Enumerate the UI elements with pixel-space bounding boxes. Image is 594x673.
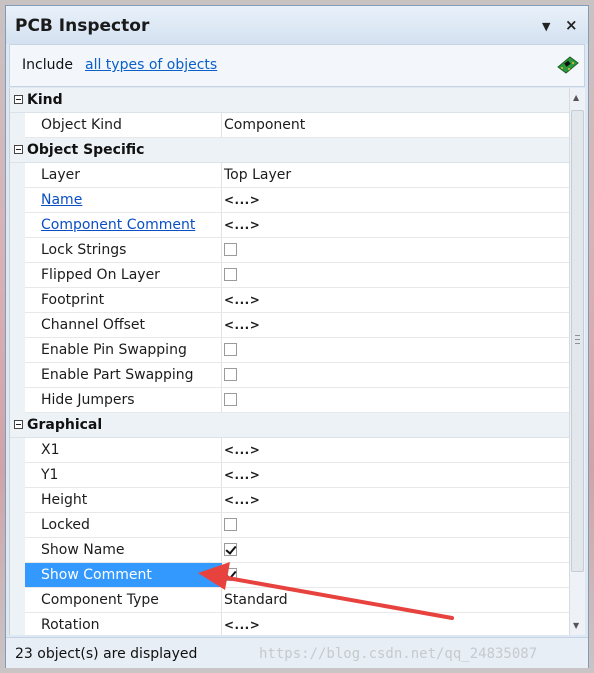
property-label: Y1 <box>25 463 222 488</box>
property-row-show-comment[interactable]: Show Comment <box>10 563 570 588</box>
property-value <box>222 238 570 263</box>
collapse-icon[interactable] <box>14 95 23 104</box>
property-label: Lock Strings <box>25 238 222 263</box>
property-row-footprint[interactable]: Footprint <...> <box>10 288 570 313</box>
property-label: Show Name <box>25 538 222 563</box>
property-value <box>222 513 570 538</box>
property-row-rotation[interactable]: Rotation <...> <box>10 613 570 635</box>
property-row-y1[interactable]: Y1 <...> <box>10 463 570 488</box>
property-value[interactable]: <...> <box>222 288 570 313</box>
pin-dropdown-icon[interactable]: ▼ <box>542 20 550 33</box>
property-label-link[interactable]: Name <box>25 188 222 213</box>
pcb-board-icon[interactable] <box>556 55 580 75</box>
property-label: Flipped On Layer <box>25 263 222 288</box>
property-value <box>222 388 570 413</box>
show-name-checkbox[interactable] <box>224 543 237 556</box>
property-row-component-comment[interactable]: Component Comment <...> <box>10 213 570 238</box>
pcb-inspector-panel: PCB Inspector ▼ × Include all types of o… <box>5 5 589 668</box>
property-value[interactable]: <...> <box>222 613 570 635</box>
property-row-hide-jumpers[interactable]: Hide Jumpers <box>10 388 570 413</box>
property-value <box>222 538 570 563</box>
property-row-x1[interactable]: X1 <...> <box>10 438 570 463</box>
scrollbar-thumb[interactable] <box>571 110 584 572</box>
enable-pin-swapping-checkbox[interactable] <box>224 343 237 356</box>
property-row-show-name[interactable]: Show Name <box>10 538 570 563</box>
locked-checkbox[interactable] <box>224 518 237 531</box>
property-value[interactable]: Top Layer <box>222 163 570 188</box>
property-value[interactable]: Standard <box>222 588 570 613</box>
property-label-selected[interactable]: Show Comment <box>25 563 222 588</box>
scroll-down-arrow-icon[interactable]: ▼ <box>573 621 579 630</box>
property-row-layer[interactable]: Layer Top Layer <box>10 163 570 188</box>
category-graphical[interactable]: Graphical <box>10 413 570 438</box>
category-label: Kind <box>27 92 63 108</box>
include-types-link[interactable]: all types of objects <box>85 57 217 73</box>
enable-part-swapping-checkbox[interactable] <box>224 368 237 381</box>
scroll-up-arrow-icon[interactable]: ▲ <box>573 93 579 102</box>
collapse-icon[interactable] <box>14 420 23 429</box>
property-value[interactable]: <...> <box>222 313 570 338</box>
include-filter-bar: Include all types of objects <box>9 44 585 87</box>
grip-icon <box>575 335 580 344</box>
property-label: X1 <box>25 438 222 463</box>
property-label: Channel Offset <box>25 313 222 338</box>
property-row-locked[interactable]: Locked <box>10 513 570 538</box>
property-label: Rotation <box>25 613 222 635</box>
property-label: Enable Part Swapping <box>25 363 222 388</box>
property-label: Hide Jumpers <box>25 388 222 413</box>
property-row-name[interactable]: Name <...> <box>10 188 570 213</box>
property-label: Locked <box>25 513 222 538</box>
property-value <box>222 263 570 288</box>
property-value[interactable]: <...> <box>222 213 570 238</box>
property-value <box>222 563 570 588</box>
property-label: Footprint <box>25 288 222 313</box>
category-label: Graphical <box>27 417 103 433</box>
property-row-object-kind[interactable]: Object Kind Component <box>10 113 570 138</box>
property-label: Component Type <box>25 588 222 613</box>
property-label: Layer <box>25 163 222 188</box>
watermark-text: https://blog.csdn.net/qq_24835087 <box>259 646 538 662</box>
property-row-component-type[interactable]: Component Type Standard <box>10 588 570 613</box>
property-value[interactable]: Component <box>222 113 570 138</box>
title-bar[interactable]: PCB Inspector ▼ × <box>6 6 588 44</box>
include-label: Include <box>22 57 73 73</box>
property-row-lock-strings[interactable]: Lock Strings <box>10 238 570 263</box>
close-icon[interactable]: × <box>565 16 578 34</box>
lock-strings-checkbox[interactable] <box>224 243 237 256</box>
show-comment-checkbox[interactable] <box>224 568 237 581</box>
status-bar: 23 object(s) are displayed https://blog.… <box>6 637 588 668</box>
property-value <box>222 363 570 388</box>
property-value[interactable]: <...> <box>222 188 570 213</box>
hide-jumpers-checkbox[interactable] <box>224 393 237 406</box>
property-value[interactable]: <...> <box>222 488 570 513</box>
property-row-enable-pin-swapping[interactable]: Enable Pin Swapping <box>10 338 570 363</box>
panel-title: PCB Inspector <box>15 16 150 36</box>
flipped-on-layer-checkbox[interactable] <box>224 268 237 281</box>
collapse-icon[interactable] <box>14 145 23 154</box>
category-object-specific[interactable]: Object Specific <box>10 138 570 163</box>
property-value <box>222 338 570 363</box>
property-row-enable-part-swapping[interactable]: Enable Part Swapping <box>10 363 570 388</box>
category-kind[interactable]: Kind <box>10 88 570 113</box>
property-label: Enable Pin Swapping <box>25 338 222 363</box>
property-grid: Kind Object Kind Component Object Specif… <box>9 88 570 635</box>
category-label: Object Specific <box>27 142 145 158</box>
status-text: 23 object(s) are displayed <box>15 646 198 662</box>
property-value[interactable]: <...> <box>222 438 570 463</box>
property-row-channel-offset[interactable]: Channel Offset <...> <box>10 313 570 338</box>
property-row-flipped-on-layer[interactable]: Flipped On Layer <box>10 263 570 288</box>
property-row-height[interactable]: Height <...> <box>10 488 570 513</box>
property-label: Height <box>25 488 222 513</box>
property-value[interactable]: <...> <box>222 463 570 488</box>
property-label: Object Kind <box>25 113 222 138</box>
vertical-scrollbar[interactable]: ▲ ▼ <box>569 88 585 635</box>
property-label-link[interactable]: Component Comment <box>25 213 222 238</box>
